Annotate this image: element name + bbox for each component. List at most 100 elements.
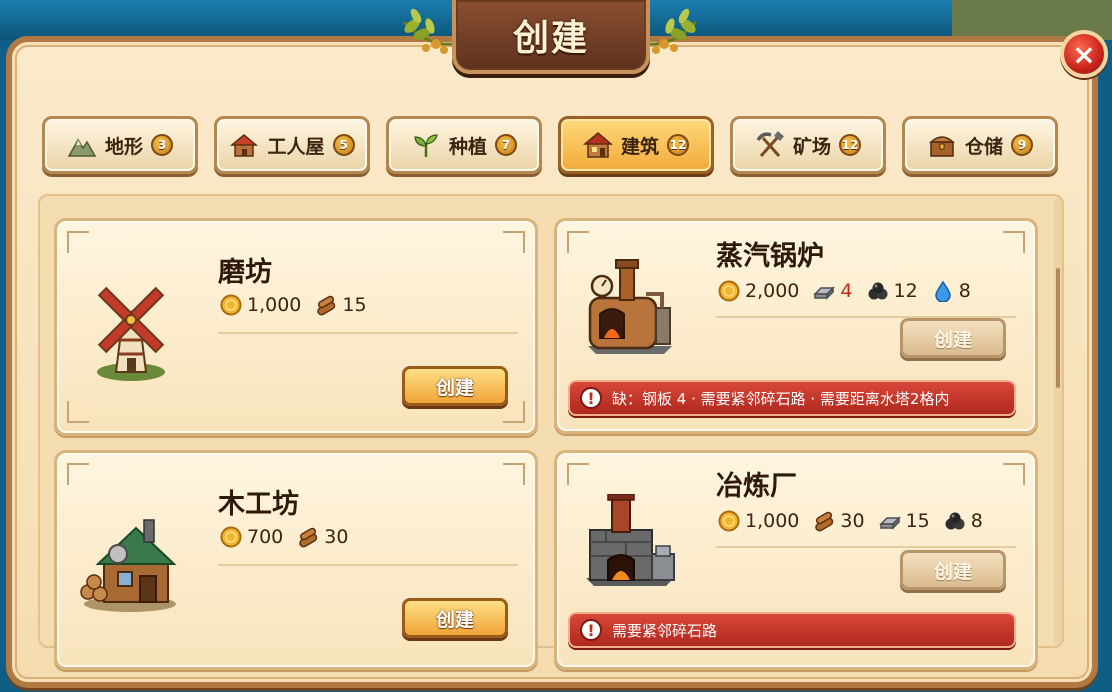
cost-value: 4 <box>840 280 853 302</box>
build-button[interactable]: 创建 <box>402 366 508 406</box>
build-button[interactable]: 创建 <box>402 598 508 638</box>
cost-row: 1,000 30 15 8 <box>718 510 991 532</box>
wood-icon <box>815 511 834 532</box>
pickaxe-icon <box>756 131 784 157</box>
building-icon <box>582 132 613 158</box>
cost-item: 8 <box>932 280 971 302</box>
cost-value: 8 <box>958 280 971 302</box>
tab-badge: 9 <box>1011 134 1033 156</box>
steam-boiler-icon <box>588 259 672 354</box>
terrain-icon <box>67 138 97 157</box>
cost-value: 15 <box>905 510 930 532</box>
cost-item: 12 <box>867 280 918 302</box>
tab-storage[interactable]: 仓储 9 <box>902 116 1058 174</box>
tab-label: 地形 <box>104 135 143 158</box>
tab-worker-house[interactable]: 工人屋 5 <box>214 116 370 174</box>
cost-value: 12 <box>893 280 918 302</box>
cost-value: 30 <box>840 510 865 532</box>
warning-text: 缺：钢板 4 · 需要紧邻碎石路 · 需要距离水塔2格内 <box>612 389 950 408</box>
build-button-disabled[interactable]: 创建 <box>900 550 1006 590</box>
corner-ornament <box>503 401 525 423</box>
steel-plate-icon <box>813 286 836 300</box>
tab-label: 工人屋 <box>267 135 325 158</box>
corner-ornament <box>503 231 525 253</box>
wood-icon <box>317 295 336 316</box>
tab-label: 仓储 <box>964 135 1003 158</box>
chest-icon <box>929 136 955 157</box>
corner-ornament <box>67 231 89 253</box>
divider <box>218 332 518 334</box>
warning-text: 需要紧邻碎石路 <box>612 621 718 640</box>
cost-value: 700 <box>247 526 284 548</box>
tab-label: 矿场 <box>792 135 831 158</box>
coin-icon <box>220 526 242 548</box>
corner-ornament <box>67 401 89 423</box>
tab-building[interactable]: 建筑 12 <box>558 116 714 174</box>
tab-badge: 12 <box>839 134 861 156</box>
warning-icon: ! <box>580 619 602 641</box>
tab-badge: 12 <box>667 134 689 156</box>
corner-ornament <box>67 463 89 485</box>
cost-value: 1,000 <box>745 510 800 532</box>
corner-ornament <box>503 463 525 485</box>
coin-icon <box>220 294 242 316</box>
coin-icon <box>718 280 740 302</box>
cost-item: 700 <box>220 526 283 548</box>
cost-item: 1,000 <box>718 510 799 532</box>
steel-plate-icon <box>878 516 901 530</box>
corner-ornament <box>567 463 589 485</box>
smelter-icon <box>586 494 675 586</box>
tab-mine[interactable]: 矿场 12 <box>730 116 886 174</box>
cost-row: 2,000 4 12 8 <box>718 280 979 302</box>
requirement-warning: ! 缺：钢板 4 · 需要紧邻碎石路 · 需要距离水塔2格内 <box>568 380 1016 416</box>
title-plaque: 创建 <box>452 0 650 74</box>
coal-icon <box>945 512 965 530</box>
tab-label: 建筑 <box>620 135 659 158</box>
scrollbar-thumb[interactable] <box>1056 268 1060 388</box>
tab-terrain[interactable]: 地形 3 <box>42 116 198 174</box>
building-name: 蒸汽锅炉 <box>716 241 824 272</box>
sprout-icon <box>414 134 438 157</box>
carpentry-icon <box>80 519 177 612</box>
cost-value: 15 <box>342 294 367 316</box>
cost-item: 15 <box>878 510 930 532</box>
cost-item: 8 <box>944 510 983 532</box>
water-icon <box>934 280 951 302</box>
windmill-icon <box>97 286 165 381</box>
divider <box>716 546 1016 548</box>
corner-ornament <box>1003 231 1025 253</box>
cost-item-lacking: 4 <box>813 280 853 302</box>
corner-ornament <box>1003 463 1025 485</box>
close-icon: × <box>1072 37 1096 71</box>
cost-item: 15 <box>315 294 367 316</box>
cost-row: 700 30 <box>220 526 356 548</box>
cost-item: 30 <box>297 526 348 548</box>
cost-value: 2,000 <box>745 280 800 302</box>
worker-house-icon <box>230 134 259 157</box>
tab-label: 种植 <box>448 135 487 158</box>
cost-item: 2,000 <box>718 280 799 302</box>
requirement-warning: ! 需要紧邻碎石路 <box>568 612 1016 648</box>
coal-icon <box>868 282 887 300</box>
laurel-right-icon <box>647 8 698 54</box>
cost-item: 30 <box>813 510 865 532</box>
tab-badge: 3 <box>151 134 173 156</box>
build-button-disabled[interactable]: 创建 <box>900 318 1006 358</box>
scrollbar-track[interactable] <box>1054 198 1062 644</box>
panel-title: 创建 <box>512 18 589 59</box>
wood-icon <box>299 527 318 548</box>
laurel-left-icon <box>402 8 453 54</box>
tab-badge: 7 <box>495 134 517 156</box>
building-name: 冶炼厂 <box>716 471 797 502</box>
coin-icon <box>718 510 740 532</box>
cost-row: 1,000 15 <box>220 294 375 316</box>
tab-planting[interactable]: 种植 7 <box>386 116 542 174</box>
close-button[interactable]: × <box>1060 30 1108 78</box>
cost-value: 8 <box>970 510 983 532</box>
cost-value: 1,000 <box>247 294 302 316</box>
building-name: 磨坊 <box>218 257 272 288</box>
building-name: 木工坊 <box>218 489 299 520</box>
cost-item: 1,000 <box>220 294 301 316</box>
divider <box>218 564 518 566</box>
warning-icon: ! <box>580 387 602 409</box>
